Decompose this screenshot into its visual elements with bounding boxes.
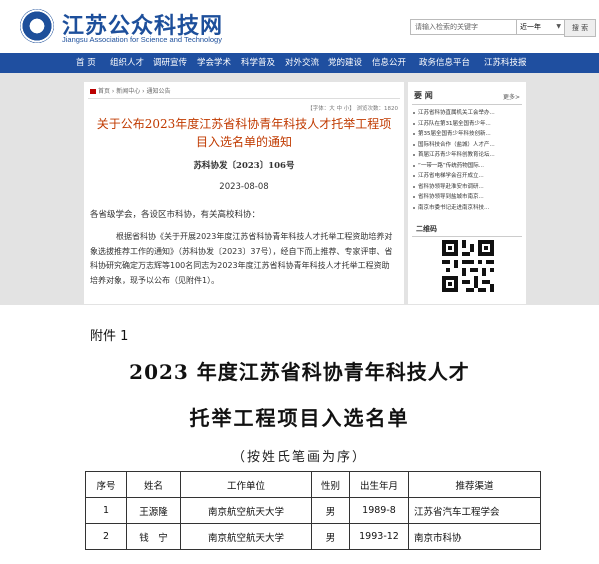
attachment-label: 附件 1	[90, 329, 129, 344]
col-header: 序号	[85, 471, 127, 498]
breadcrumb-home[interactable]: 首页	[98, 88, 110, 95]
news-sidebar: 要 闻 更多> 江苏省科协直属机关工会举办... 江苏队在第31届全国青少年..…	[408, 82, 526, 304]
article-panel: 首页 › 新闻中心 › 通知公告 【字体：大 中 小】 浏览次数：1820 关于…	[84, 82, 404, 304]
table-cell: 1	[85, 497, 127, 524]
list-title-line2: 托举工程项目入选名单	[189, 406, 410, 430]
site-subtitle: Jiangsu Association for Science and Tech…	[62, 35, 222, 44]
breadcrumb-notice[interactable]: 通知公告	[146, 88, 170, 95]
table-header-row: 序号 姓名 工作单位 性别 出生年月 推荐渠道	[85, 471, 541, 498]
news-item[interactable]: 第35届全国青少年科技创新...	[412, 129, 522, 140]
chevron-down-icon: ▼	[556, 23, 561, 30]
table-cell: 南京市科协	[408, 523, 541, 550]
table-cell: 钱 宁	[126, 523, 181, 550]
table-cell: 1989-8	[349, 497, 409, 524]
news-item[interactable]: 首届江苏青少年科创教育论坛...	[412, 150, 522, 161]
news-list: 江苏省科协直属机关工会举办... 江苏队在第31届全国青少年... 第35届全国…	[412, 108, 522, 213]
nav-item-party[interactable]: 党的建设	[328, 53, 362, 73]
col-header: 出生年月	[349, 471, 409, 498]
sidebar-heading: 要 闻	[414, 91, 433, 100]
news-item[interactable]: 江苏省电梯学会召开成立...	[412, 171, 522, 182]
table-cell: 南京航空航天大学	[180, 497, 312, 524]
nav-item-research[interactable]: 调研宣传	[153, 53, 187, 73]
news-item[interactable]: 江苏省科协直属机关工会举办...	[412, 108, 522, 119]
site-header: 江苏公众科技网 Jiangsu Association for Science …	[0, 0, 599, 52]
home-icon	[90, 89, 96, 94]
news-item[interactable]: 江苏队在第31届全国青少年...	[412, 119, 522, 130]
table-row: 1 王源隆 南京航空航天大学 男 1989-8 江苏省汽车工程学会	[85, 497, 541, 524]
nav-item-gov-platform[interactable]: 政务信息平台	[419, 53, 470, 73]
news-item[interactable]: 省科协领导赴淮安市调研...	[412, 182, 522, 193]
list-title-line1: 2023 年度江苏省科协青年科技人才	[129, 360, 470, 384]
col-header: 性别	[311, 471, 350, 498]
news-item[interactable]: 省科协领导到盐城市南京...	[412, 192, 522, 203]
news-item[interactable]: 国际科技合作（盐城）人才产...	[412, 140, 522, 151]
divider	[88, 98, 400, 99]
list-subtitle: （按姓氏笔画为序）	[231, 450, 367, 465]
news-item[interactable]: “一带一路”传统药物国际...	[412, 161, 522, 172]
site-logo[interactable]	[20, 9, 54, 43]
table-cell: 南京航空航天大学	[180, 523, 312, 550]
table-cell: 王源隆	[126, 497, 181, 524]
col-header: 工作单位	[180, 471, 312, 498]
nav-item-home[interactable]: 首 页	[76, 53, 96, 73]
col-header: 姓名	[126, 471, 181, 498]
search-range-select[interactable]: 近一年 ▼	[516, 19, 565, 35]
qr-code-icon	[442, 240, 494, 292]
breadcrumb: 首页 › 新闻中心 › 通知公告	[90, 86, 170, 95]
article-title: 关于公布2023年度江苏省科协青年科技人才托举工程项目入选名单的通知	[96, 117, 392, 149]
main-nav: 首 页 组织人才 调研宣传 学会学术 科学普及 对外交流 党的建设 信息公开 政…	[0, 53, 599, 73]
nav-item-disclosure[interactable]: 信息公开	[372, 53, 406, 73]
qr-heading: 二维码	[416, 225, 437, 233]
nav-item-org[interactable]: 组织人才	[110, 53, 144, 73]
nav-item-popsci[interactable]: 科学普及	[241, 53, 275, 73]
divider	[412, 104, 522, 105]
article-body: 根据省科协《关于开展2023年度江苏省科协青年科技人才托举工程资助培养对象选拔推…	[90, 232, 393, 285]
search-range-value: 近一年	[520, 23, 541, 31]
table-cell: 男	[311, 523, 350, 550]
breadcrumb-news[interactable]: 新闻中心	[116, 88, 140, 95]
news-item[interactable]: 南京市委书记走进南京科技...	[412, 203, 522, 214]
col-header: 推荐渠道	[408, 471, 541, 498]
table-row: 2 钱 宁 南京航空航天大学 男 1993-12 南京市科协	[85, 523, 541, 550]
nav-item-academic[interactable]: 学会学术	[197, 53, 231, 73]
table-cell: 2	[85, 523, 127, 550]
salutation: 各省级学会，各设区市科协，有关高校科协：	[90, 210, 261, 220]
search-button[interactable]: 搜 索	[564, 19, 596, 37]
nav-item-exchange[interactable]: 对外交流	[285, 53, 319, 73]
publish-date: 2023-08-08	[219, 182, 269, 192]
doc-number: 苏科协发〔2023〕106号	[193, 161, 295, 171]
more-link[interactable]: 更多>	[503, 92, 520, 101]
divider	[412, 236, 522, 237]
search-input[interactable]: 请输入检索的关键字	[410, 19, 520, 35]
table-cell: 江苏省汽车工程学会	[408, 497, 541, 524]
table-cell: 1993-12	[349, 523, 409, 550]
table-cell: 男	[311, 497, 350, 524]
nav-item-news-paper[interactable]: 江苏科技报	[484, 53, 527, 73]
selection-table: 序号 姓名 工作单位 性别 出生年月 推荐渠道 1 王源隆 南京航空航天大学 男…	[85, 471, 541, 550]
font-size-switch[interactable]: 【字体：大 中 小】 浏览次数：1820	[307, 104, 398, 112]
